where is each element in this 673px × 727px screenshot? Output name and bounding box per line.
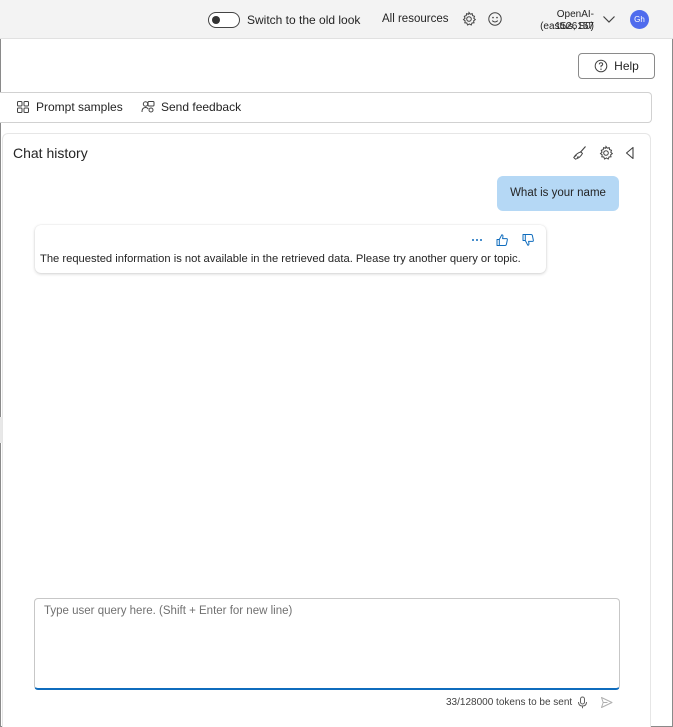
grid-icon [17, 101, 29, 113]
send-feedback-button[interactable]: Send feedback [141, 100, 241, 114]
all-resources-link[interactable]: All resources [382, 13, 448, 25]
gear-icon[interactable] [461, 11, 477, 27]
collapse-icon[interactable] [622, 145, 638, 161]
account-region[interactable]: (eastus, S0) [518, 21, 594, 33]
help-label: Help [614, 59, 639, 73]
chat-history-title: Chat history [13, 145, 88, 161]
more-options-icon[interactable] [470, 233, 484, 247]
assistant-message: The requested information is not availab… [35, 225, 546, 273]
broom-icon[interactable] [572, 145, 588, 161]
smiley-icon[interactable] [487, 11, 503, 27]
toggle-label: Switch to the old look [247, 13, 361, 27]
old-look-toggle[interactable] [208, 12, 240, 28]
people-feedback-icon [141, 101, 155, 113]
token-count: 33/128000 tokens to be sent [446, 697, 573, 708]
thumbs-down-icon[interactable] [521, 233, 535, 247]
user-message: What is your name [497, 176, 619, 211]
prompt-samples-label: Prompt samples [36, 100, 123, 114]
prompt-samples-button[interactable]: Prompt samples [16, 100, 123, 114]
settings-icon[interactable] [598, 145, 614, 161]
microphone-icon[interactable] [576, 696, 589, 709]
assistant-message-text: The requested information is not availab… [40, 253, 521, 265]
chevron-down-icon[interactable] [602, 14, 616, 24]
toggle-knob [212, 16, 220, 24]
send-feedback-label: Send feedback [161, 100, 242, 114]
top-bar: Switch to the old look All resources Ope… [0, 0, 673, 39]
send-icon[interactable] [600, 696, 613, 709]
help-button[interactable]: Help [578, 53, 655, 79]
thumbs-up-icon[interactable] [495, 233, 509, 247]
user-query-input[interactable] [34, 598, 620, 690]
question-circle-icon [594, 59, 608, 73]
toolbar: Prompt samples Send feedback [0, 92, 652, 123]
avatar[interactable]: Gh [630, 10, 649, 29]
